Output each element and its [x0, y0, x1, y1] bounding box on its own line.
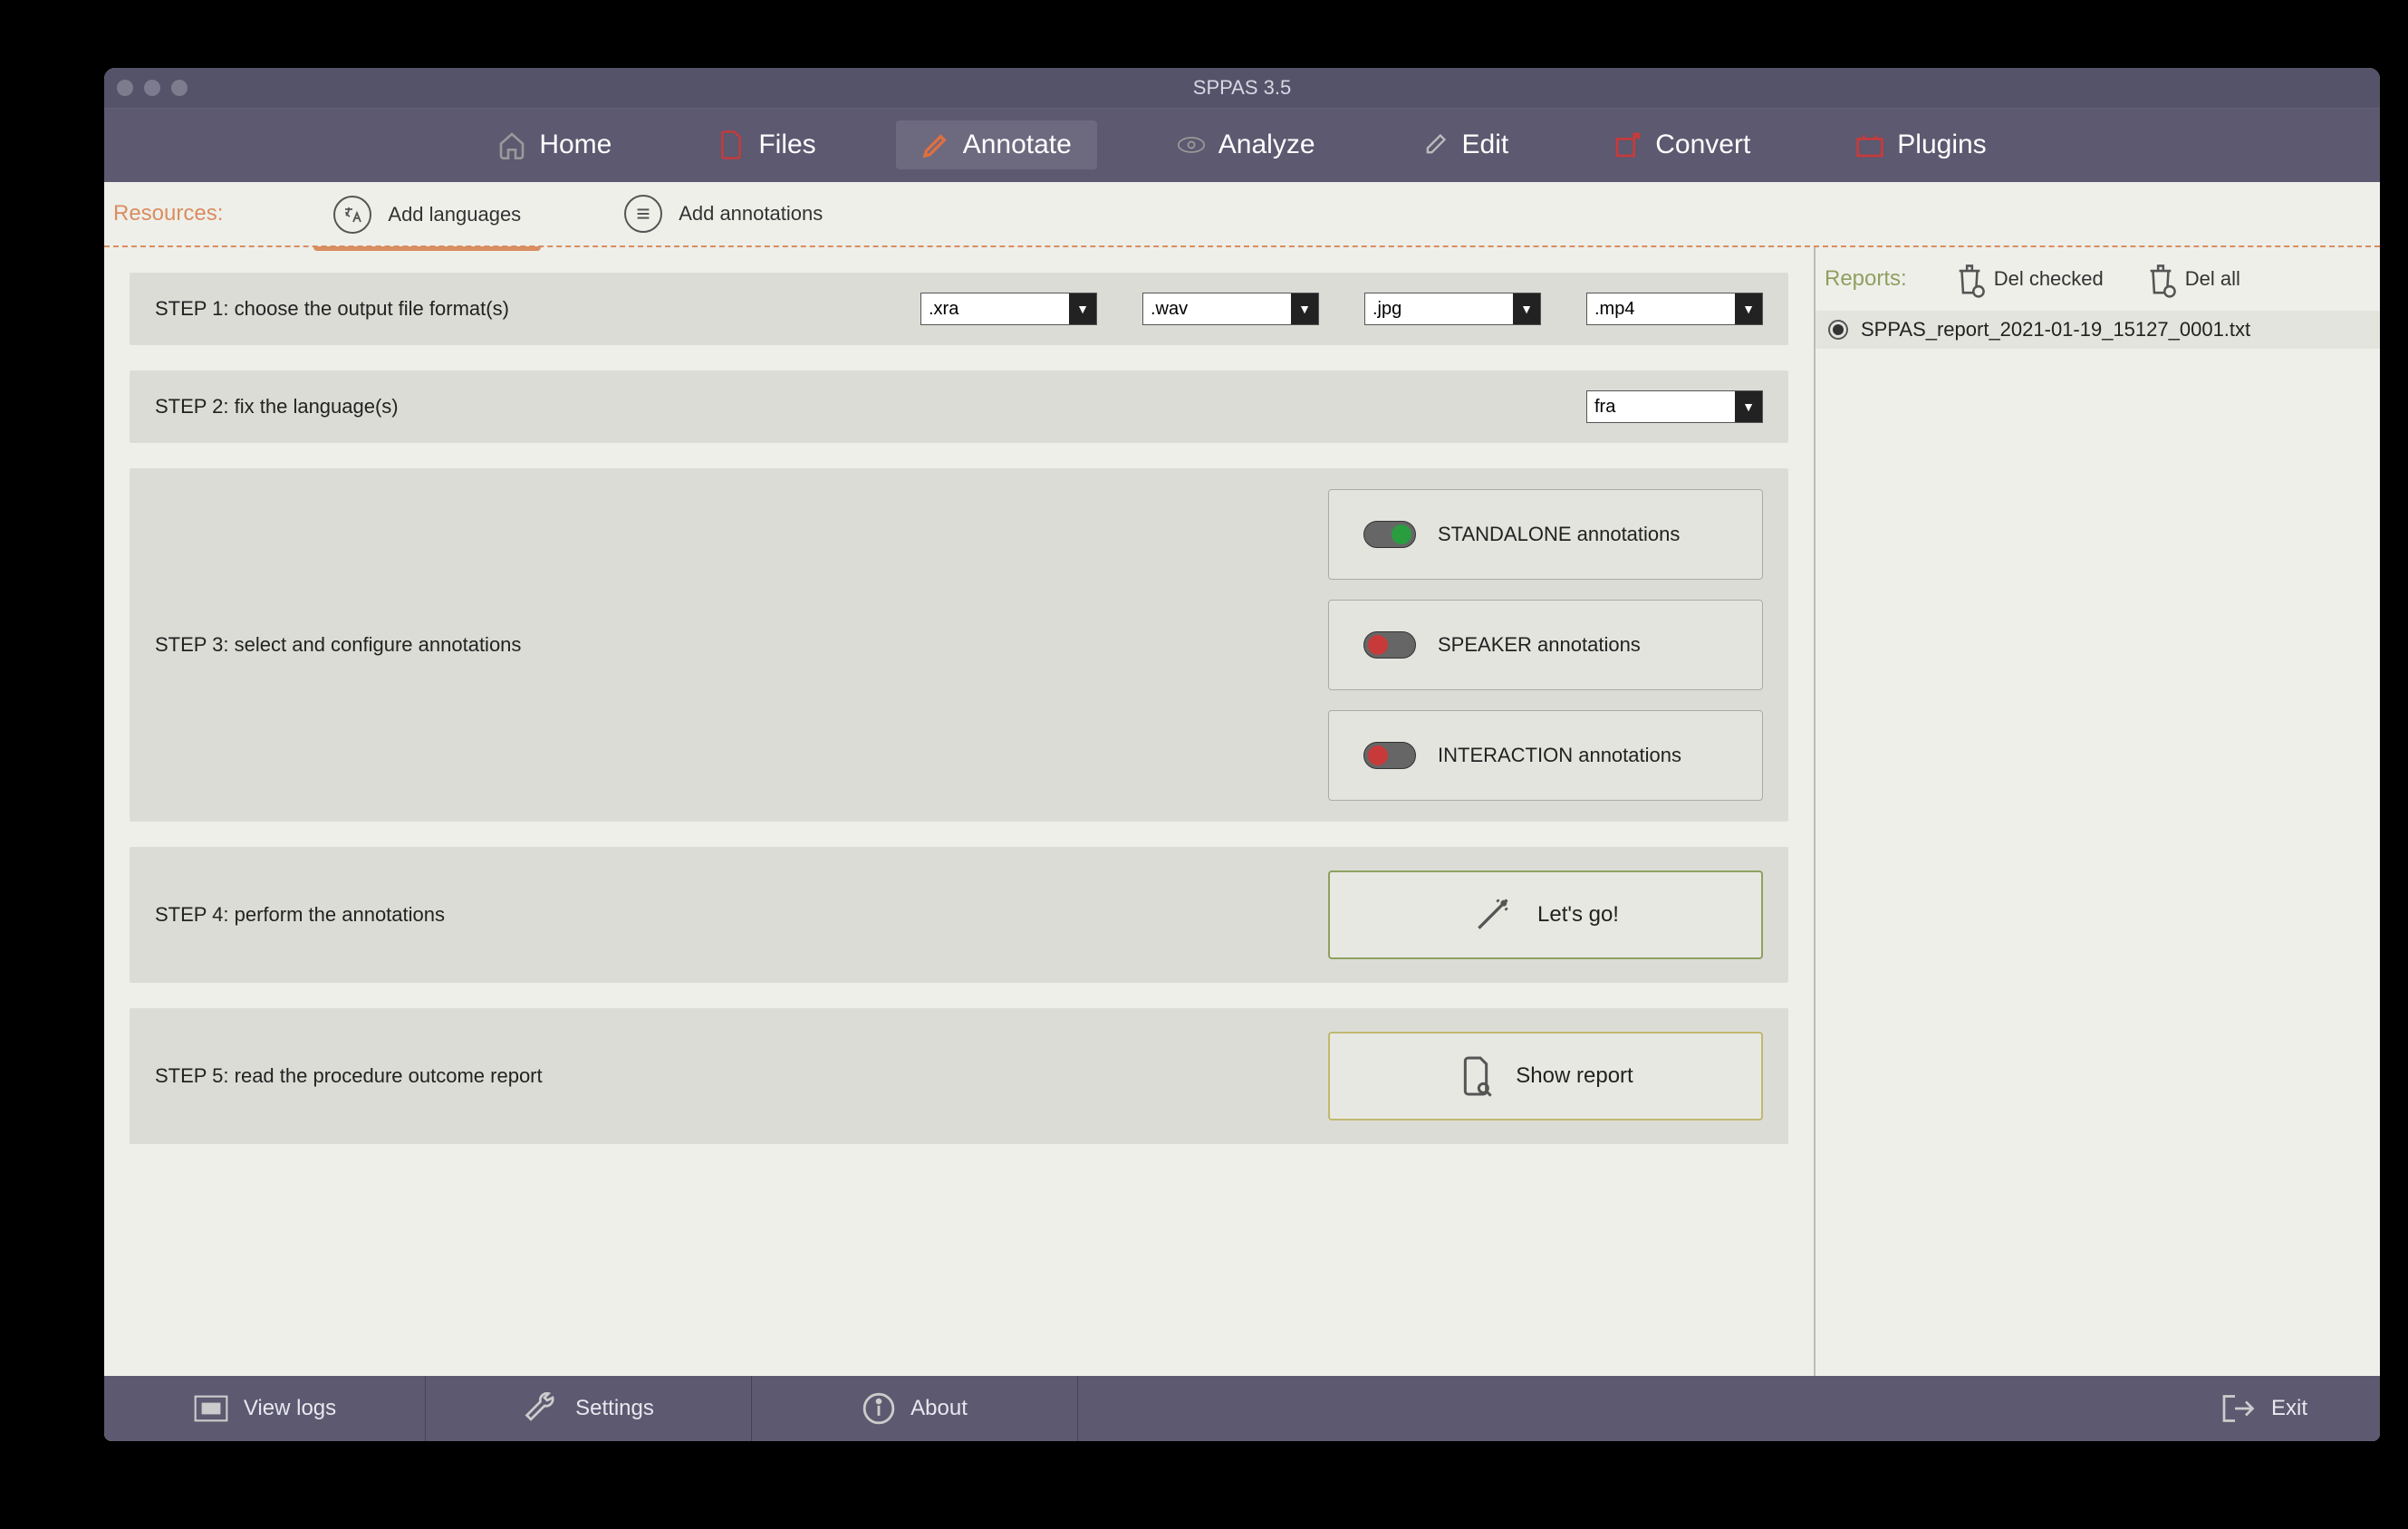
analyze-icon — [1177, 130, 1206, 159]
step-4-label: STEP 4: perform the annotations — [155, 903, 445, 927]
list-icon — [624, 195, 662, 233]
main-nav: Home Files Annotate Analyze Edit — [104, 108, 2380, 182]
chevron-down-icon: ▼ — [1513, 293, 1540, 324]
titlebar: SPPAS 3.5 — [104, 68, 2380, 108]
home-icon — [497, 130, 526, 159]
del-checked-label: Del checked — [1994, 267, 2104, 291]
format-select-wav[interactable]: .wav▼ — [1142, 293, 1319, 325]
edit-icon — [1421, 130, 1450, 159]
about-label: About — [910, 1396, 968, 1421]
files-icon — [717, 130, 746, 159]
format-selects: .xra▼ .wav▼ .jpg▼ .mp4▼ — [920, 293, 1763, 325]
resources-bar: Resources: Add languages Add annotations — [104, 182, 2380, 247]
exit-icon — [2219, 1391, 2257, 1426]
settings-label: Settings — [575, 1396, 654, 1421]
del-checked-button[interactable]: Del checked — [1941, 256, 2116, 302]
show-report-button[interactable]: Show report — [1328, 1032, 1763, 1120]
nav-annotate-label: Annotate — [963, 130, 1072, 160]
format-select-mp4[interactable]: .mp4▼ — [1586, 293, 1763, 325]
annotate-icon — [921, 130, 950, 159]
step-4-box: STEP 4: perform the annotations Let's go… — [130, 847, 1788, 983]
settings-button[interactable]: Settings — [426, 1376, 752, 1441]
resources-label: Resources: — [113, 201, 223, 226]
step-2-box: STEP 2: fix the language(s) fra▼ — [130, 370, 1788, 443]
translate-icon — [333, 196, 371, 234]
reports-label: Reports: — [1825, 266, 1907, 292]
reports-panel: Reports: Del checked Del all SPPAS_repor… — [1814, 247, 2380, 1376]
nav-plugins-label: Plugins — [1897, 130, 1986, 160]
nav-plugins[interactable]: Plugins — [1830, 120, 2011, 169]
lets-go-button[interactable]: Let's go! — [1328, 870, 1763, 959]
info-icon — [862, 1391, 896, 1426]
language-select[interactable]: fra▼ — [1586, 390, 1763, 423]
about-button[interactable]: About — [752, 1376, 1078, 1441]
delete-all-icon — [2145, 262, 2176, 296]
interaction-annotations-button[interactable]: INTERACTION annotations — [1328, 710, 1763, 801]
step-2-label: STEP 2: fix the language(s) — [155, 395, 399, 418]
chevron-down-icon: ▼ — [1735, 391, 1762, 422]
report-icon — [1458, 1054, 1494, 1098]
step-5-label: STEP 5: read the procedure outcome repor… — [155, 1064, 543, 1088]
steps-panel: STEP 1: choose the output file format(s)… — [104, 247, 1814, 1376]
standalone-label: STANDALONE annotations — [1438, 523, 1680, 546]
del-all-button[interactable]: Del all — [2133, 256, 2253, 302]
nav-files-label: Files — [758, 130, 815, 160]
bottom-bar: View logs Settings About Exit — [104, 1376, 2380, 1441]
del-all-label: Del all — [2185, 267, 2240, 291]
chevron-down-icon: ▼ — [1291, 293, 1318, 324]
speaker-annotations-button[interactable]: SPEAKER annotations — [1328, 600, 1763, 690]
main-area: STEP 1: choose the output file format(s)… — [104, 247, 2380, 1376]
nav-edit-label: Edit — [1462, 130, 1509, 160]
interaction-label: INTERACTION annotations — [1438, 744, 1681, 767]
lets-go-label: Let's go! — [1537, 902, 1619, 928]
add-annotations-button[interactable]: Add annotations — [604, 188, 843, 240]
format-select-jpg[interactable]: .jpg▼ — [1364, 293, 1541, 325]
reports-header: Reports: Del checked Del all — [1816, 247, 2380, 311]
view-logs-label: View logs — [244, 1396, 336, 1421]
add-languages-button[interactable]: Add languages — [313, 188, 541, 251]
nav-analyze[interactable]: Analyze — [1151, 120, 1341, 169]
wand-icon — [1472, 895, 1512, 935]
radio-selected-icon — [1828, 320, 1848, 340]
nav-convert[interactable]: Convert — [1588, 120, 1776, 169]
wrench-icon — [523, 1392, 561, 1425]
standalone-annotations-button[interactable]: STANDALONE annotations — [1328, 489, 1763, 580]
exit-label: Exit — [2271, 1396, 2307, 1421]
show-report-label: Show report — [1516, 1063, 1633, 1089]
chevron-down-icon: ▼ — [1735, 293, 1762, 324]
step-5-box: STEP 5: read the procedure outcome repor… — [130, 1008, 1788, 1144]
annotation-toggles: STANDALONE annotations SPEAKER annotatio… — [1328, 489, 1763, 801]
report-filename: SPPAS_report_2021-01-19_15127_0001.txt — [1861, 318, 2250, 341]
step-1-label: STEP 1: choose the output file format(s) — [155, 297, 509, 321]
step-3-box: STEP 3: select and configure annotations… — [130, 468, 1788, 822]
view-logs-button[interactable]: View logs — [104, 1376, 426, 1441]
nav-edit[interactable]: Edit — [1395, 120, 1535, 169]
toggle-off-icon — [1363, 742, 1416, 769]
toggle-on-icon — [1363, 521, 1416, 548]
nav-annotate[interactable]: Annotate — [896, 120, 1097, 169]
format-select-xra[interactable]: .xra▼ — [920, 293, 1097, 325]
window-title: SPPAS 3.5 — [104, 76, 2380, 100]
convert-icon — [1613, 130, 1642, 159]
delete-checked-icon — [1954, 262, 1985, 296]
step-1-box: STEP 1: choose the output file format(s)… — [130, 273, 1788, 345]
app-window: SPPAS 3.5 Home Files Annotate Analyze — [104, 68, 2380, 1441]
add-annotations-label: Add annotations — [679, 202, 823, 226]
nav-analyze-label: Analyze — [1218, 130, 1315, 160]
report-item[interactable]: SPPAS_report_2021-01-19_15127_0001.txt — [1816, 311, 2380, 349]
toggle-off-icon — [1363, 631, 1416, 659]
nav-convert-label: Convert — [1655, 130, 1750, 160]
nav-files[interactable]: Files — [691, 120, 841, 169]
speaker-label: SPEAKER annotations — [1438, 633, 1641, 657]
add-languages-label: Add languages — [388, 203, 521, 226]
exit-button[interactable]: Exit — [2146, 1376, 2380, 1441]
nav-home-label: Home — [539, 130, 612, 160]
nav-home[interactable]: Home — [472, 120, 637, 169]
plugins-icon — [1855, 130, 1884, 159]
log-icon — [193, 1393, 229, 1424]
chevron-down-icon: ▼ — [1069, 293, 1096, 324]
step-3-label: STEP 3: select and configure annotations — [155, 633, 521, 657]
